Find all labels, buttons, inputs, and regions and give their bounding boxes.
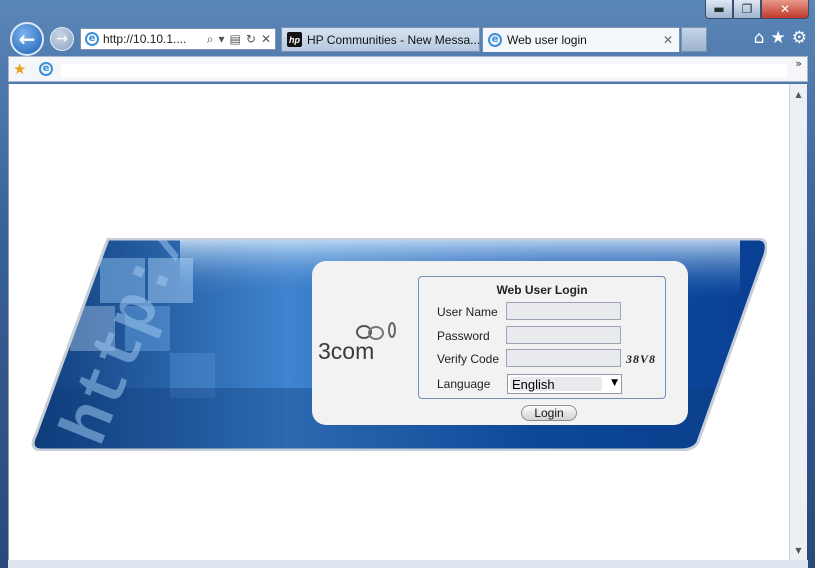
stop-icon[interactable]: ✕ — [261, 32, 271, 47]
favorites-bar-items — [61, 64, 787, 77]
new-tab-button[interactable] — [681, 27, 707, 52]
user-name-label: User Name — [437, 305, 498, 319]
password-label: Password — [437, 329, 490, 343]
tab-label: HP Communities - New Messa... — [307, 32, 479, 47]
address-url[interactable]: http://10.10.1.... — [103, 32, 207, 46]
forward-arrow-icon: → — [56, 31, 68, 47]
scroll-down-icon[interactable]: ▼ — [790, 542, 807, 558]
3com-logo-text: 3com — [318, 338, 375, 364]
tab-close-icon[interactable]: ✕ — [663, 33, 673, 47]
ie-page-icon: e — [488, 33, 502, 47]
close-window-button[interactable]: ✕ — [761, 0, 809, 19]
window-controls: ▬ ❐ ✕ — [705, 0, 809, 20]
language-selected-value: English — [512, 377, 555, 392]
login-title: Web User Login — [496, 283, 588, 297]
dropdown-arrow-icon[interactable]: ▾ — [219, 32, 225, 47]
search-icon[interactable]: ⌕ — [207, 32, 214, 47]
back-arrow-icon: ← — [18, 27, 36, 51]
refresh-icon[interactable]: ↻ — [246, 32, 256, 47]
dropdown-arrow-icon[interactable]: ▼ — [611, 378, 618, 388]
favorites-star-icon[interactable]: ★ — [771, 28, 786, 48]
chevron-icon[interactable]: » — [795, 57, 802, 70]
tab-hp-communities[interactable]: hp HP Communities - New Messa... — [281, 27, 480, 52]
suggested-sites-icon[interactable]: e — [39, 62, 53, 76]
tab-label: Web user login — [507, 33, 587, 47]
add-favorites-icon[interactable]: ★ — [13, 60, 26, 78]
user-name-input[interactable] — [506, 302, 621, 320]
gear-icon[interactable]: ⚙ — [792, 28, 807, 48]
3com-logo: 3com — [318, 320, 408, 366]
favorites-bar: ★ e » — [8, 56, 808, 82]
password-input[interactable] — [506, 326, 621, 344]
verify-code-input[interactable] — [506, 349, 621, 367]
vertical-scrollbar[interactable]: ▲ ▼ — [789, 84, 807, 560]
verify-code-image: 38V8 — [626, 352, 657, 366]
back-button[interactable]: ← — [10, 22, 44, 56]
ie-page-icon: e — [85, 32, 99, 46]
hp-logo-icon: hp — [287, 32, 302, 47]
status-bar — [8, 560, 808, 568]
address-bar[interactable]: e http://10.10.1.... ⌕ ▾ ▤ ↻ ✕ — [80, 28, 276, 50]
scroll-up-icon[interactable]: ▲ — [790, 86, 807, 102]
browser-tools: ⌂ ★ ⚙ — [754, 28, 807, 48]
minimize-button[interactable]: ▬ — [705, 0, 733, 19]
home-icon[interactable]: ⌂ — [754, 28, 765, 48]
forward-button[interactable]: → — [50, 27, 74, 51]
maximize-button[interactable]: ❐ — [733, 0, 761, 19]
language-select[interactable]: English ▼ — [507, 374, 622, 394]
compatibility-view-icon[interactable]: ▤ — [230, 32, 241, 47]
login-button[interactable]: Login — [521, 405, 577, 421]
verify-code-label: Verify Code — [437, 352, 500, 366]
language-label: Language — [437, 377, 491, 391]
tab-web-user-login[interactable]: e Web user login ✕ — [482, 27, 680, 52]
